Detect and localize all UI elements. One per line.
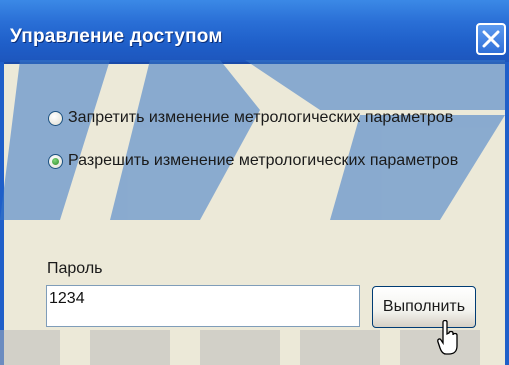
password-input[interactable] xyxy=(46,285,360,327)
option-deny[interactable]: Запретить изменение метрологических пара… xyxy=(48,109,453,127)
option-deny-label: Запретить изменение метрологических пара… xyxy=(68,109,454,126)
password-label: Пароль xyxy=(47,260,103,277)
close-button[interactable] xyxy=(476,23,506,55)
window-frame-right xyxy=(505,62,509,365)
option-allow-label: Разрешить изменение метрологических пара… xyxy=(68,152,459,169)
radio-deny[interactable] xyxy=(48,110,63,126)
radio-selected-dot xyxy=(52,157,59,165)
title-bar[interactable]: Управление доступом xyxy=(0,0,509,64)
dialog-window: Управление доступом Запретить изменение … xyxy=(0,0,509,365)
close-icon xyxy=(482,30,500,48)
radio-allow[interactable] xyxy=(48,153,63,169)
hand-cursor-icon xyxy=(437,320,458,355)
option-allow[interactable]: Разрешить изменение метрологических пара… xyxy=(48,152,458,170)
window-title: Управление доступом xyxy=(10,26,223,47)
